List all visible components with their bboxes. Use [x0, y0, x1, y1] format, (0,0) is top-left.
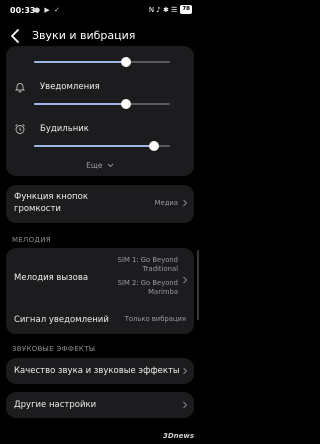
- back-arrow-icon[interactable]: [9, 28, 23, 44]
- slider-fill: [34, 61, 127, 63]
- sound-effects-section-title: ЗВУКОВЫЕ ЭФФЕКТЫ: [12, 345, 96, 353]
- more-button[interactable]: Еще: [6, 161, 194, 170]
- chevron-right-icon: [183, 401, 188, 409]
- scrollbar[interactable]: [197, 250, 199, 320]
- volume-buttons-value: Медиа: [154, 199, 178, 207]
- ringtone-sim1: SIM 1: Go Beyond Traditional: [117, 256, 178, 273]
- sound-quality-card[interactable]: Качество звука и звуковые эффекты: [6, 358, 194, 384]
- system-icons: N ♪ ✱ ☰ 78: [149, 5, 192, 14]
- chevron-down-icon: [107, 163, 114, 168]
- volume-buttons-title: Функция кнопок громкости: [14, 192, 88, 214]
- watermark-logo: 3Dnews: [162, 432, 194, 440]
- slider-track: [34, 99, 170, 109]
- notification-icons: ● ▶ ✓: [34, 6, 61, 14]
- chevron-right-icon: [183, 276, 188, 284]
- ringtone-title: Мелодия вызова: [14, 273, 89, 283]
- chevron-right-icon: [183, 367, 188, 375]
- sound-quality-row[interactable]: Качество звука и звуковые эффекты: [6, 365, 194, 377]
- notification-sound-row[interactable]: Сигнал уведомлений Только вибрация: [6, 312, 194, 328]
- alarm-clock-icon: [15, 124, 25, 134]
- notifications-volume-label: Уведомления: [40, 82, 100, 92]
- page-title: Звуки и вибрация: [32, 29, 136, 42]
- status-time: 00:33: [10, 6, 36, 15]
- other-settings-card[interactable]: Другие настройки: [6, 392, 194, 418]
- slider-fill: [34, 103, 127, 105]
- alarm-volume-slider[interactable]: [6, 139, 194, 153]
- slider-track: [34, 141, 170, 151]
- notification-sound-value: Только вибрация: [124, 315, 186, 323]
- volume-buttons-row[interactable]: Функция кнопок громкости Медиа: [6, 191, 194, 217]
- ringtone-row[interactable]: Мелодия вызова SIM 1: Go Beyond Traditio…: [6, 254, 194, 306]
- status-icons: N ♪ ✱ ☰: [148, 5, 178, 14]
- sound-quality-title: Качество звука и звуковые эффекты: [14, 366, 180, 376]
- slider-thumb[interactable]: [121, 99, 132, 109]
- volume-buttons-card[interactable]: Функция кнопок громкости Медиа: [6, 185, 194, 223]
- other-settings-row[interactable]: Другие настройки: [6, 399, 194, 411]
- other-settings-title: Другие настройки: [14, 400, 97, 410]
- settings-screen: 00:33 ● ▶ ✓ N ♪ ✱ ☰ 78 Звуки и вибрация …: [0, 0, 200, 444]
- slider-fill: [34, 145, 154, 147]
- slider-thumb[interactable]: [121, 57, 132, 67]
- ringtone-sim2: SIM 2: Go Beyond Marimba: [117, 279, 178, 296]
- more-label: Еще: [86, 161, 103, 170]
- notification-sound-title: Сигнал уведомлений: [14, 315, 109, 325]
- melody-section-title: МЕЛОДИЯ: [12, 236, 51, 244]
- chevron-right-icon: [183, 199, 188, 207]
- bell-icon: [14, 83, 26, 93]
- notifications-volume-slider[interactable]: [6, 97, 194, 111]
- alarm-volume-label: Будильник: [40, 124, 89, 134]
- status-bar: 00:33 ● ▶ ✓ N ♪ ✱ ☰ 78: [0, 0, 200, 22]
- battery-icon: 78: [180, 5, 192, 14]
- slider-track: [34, 57, 170, 67]
- media-volume-slider[interactable]: [6, 55, 194, 69]
- melody-card: Мелодия вызова SIM 1: Go Beyond Traditio…: [6, 248, 194, 334]
- header: Звуки и вибрация: [0, 26, 200, 48]
- slider-thumb[interactable]: [148, 141, 159, 151]
- volume-card: Уведомления Будильник Еще: [6, 46, 194, 176]
